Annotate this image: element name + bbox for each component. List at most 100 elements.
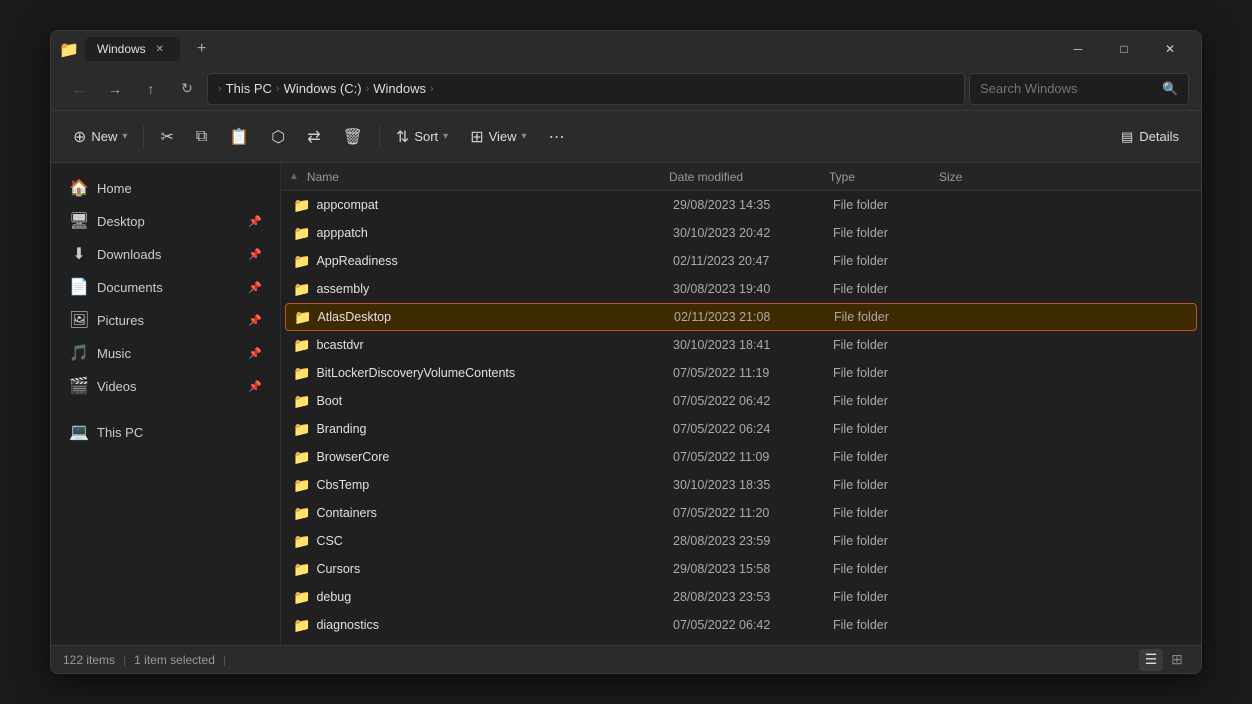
table-row[interactable]: 📁 debug 28/08/2023 23:53 File folder (285, 583, 1197, 611)
search-bar[interactable]: 🔍 (969, 73, 1189, 105)
file-type-cell: File folder (825, 478, 935, 492)
paste-button[interactable]: 📋 (219, 118, 259, 156)
list-view-button[interactable]: ☰ (1139, 649, 1163, 671)
main-content: 🏠 Home 🖥 Desktop 📌 ⬇ Downloads 📌 📄 Docum… (51, 163, 1201, 645)
col-header-size[interactable]: Size (931, 170, 1021, 184)
file-date-cell: 28/08/2023 23:59 (665, 534, 825, 548)
file-date-cell: 07/05/2022 06:24 (665, 422, 825, 436)
forward-button[interactable]: → (99, 73, 131, 105)
more-button[interactable]: ⋯ (539, 118, 575, 156)
file-type-cell: File folder (825, 198, 935, 212)
file-name: Branding (316, 422, 366, 436)
table-row[interactable]: 📁 Branding 07/05/2022 06:24 File folder (285, 415, 1197, 443)
file-explorer-window: 📁 Windows ✕ + ─ □ ✕ ← → ↑ ↻ › This PC › … (50, 30, 1202, 674)
file-name-cell: 📁 Branding (285, 421, 665, 438)
col-header-type[interactable]: Type (821, 170, 931, 184)
paste-icon: 📋 (229, 127, 249, 147)
sidebar-item-thispc[interactable]: 💻 This PC (57, 416, 274, 448)
view-button[interactable]: ⊞ View ▾ (460, 118, 536, 156)
breadcrumb-cdrive[interactable]: Windows (C:) (284, 81, 362, 96)
breadcrumb-sep1: › (276, 83, 280, 95)
table-row[interactable]: 📁 bcastdvr 30/10/2023 18:41 File folder (285, 331, 1197, 359)
move-button[interactable]: ⇄ (297, 118, 330, 156)
table-row[interactable]: 📁 Containers 07/05/2022 11:20 File folde… (285, 499, 1197, 527)
file-name: AtlasDesktop (317, 310, 391, 324)
sidebar-item-music[interactable]: 🎵 Music 📌 (57, 337, 274, 369)
breadcrumb-expand-icon: › (218, 83, 222, 95)
sidebar-item-documents[interactable]: 📄 Documents 📌 (57, 271, 274, 303)
table-row[interactable]: 📁 Boot 07/05/2022 06:42 File folder (285, 387, 1197, 415)
move-icon: ⇄ (307, 127, 320, 147)
table-row[interactable]: 📁 apppatch 30/10/2023 20:42 File folder (285, 219, 1197, 247)
cut-button[interactable]: ✂ (150, 118, 183, 156)
details-label: Details (1139, 129, 1179, 144)
new-chevron-icon: ▾ (122, 131, 127, 142)
sort-button[interactable]: ⇅ Sort ▾ (386, 118, 458, 156)
file-list: 📁 appcompat 29/08/2023 14:35 File folder… (281, 191, 1201, 645)
col-header-date[interactable]: Date modified (661, 170, 821, 184)
tab-windows[interactable]: Windows ✕ (85, 37, 180, 61)
col-header-name[interactable]: ▲ Name (281, 170, 661, 184)
file-name-cell: 📁 assembly (285, 281, 665, 298)
table-row[interactable]: 📁 CSC 28/08/2023 23:59 File folder (285, 527, 1197, 555)
maximize-button[interactable]: □ (1101, 33, 1147, 65)
file-area: ▲ Name Date modified Type Size 📁 appcomp… (281, 163, 1201, 645)
details-button[interactable]: ▤ Details (1111, 118, 1189, 156)
back-button[interactable]: ← (63, 73, 95, 105)
file-date-cell: 29/08/2023 14:35 (665, 198, 825, 212)
folder-icon: 📁 (293, 477, 310, 494)
sidebar-item-desktop-label: Desktop (97, 214, 240, 229)
file-name-cell: 📁 BrowserCore (285, 449, 665, 466)
tab-close-button[interactable]: ✕ (152, 41, 168, 57)
sidebar-item-home[interactable]: 🏠 Home (57, 172, 274, 204)
new-button[interactable]: ⊕ New ▾ (63, 118, 137, 156)
file-name: diagnostics (316, 618, 379, 632)
close-button[interactable]: ✕ (1147, 33, 1193, 65)
sidebar-item-videos[interactable]: 🎬 Videos 📌 (57, 370, 274, 402)
col-type-label: Type (829, 170, 855, 184)
desktop-icon: 🖥 (69, 211, 89, 231)
view-chevron-icon: ▾ (522, 131, 527, 142)
breadcrumb-thispc[interactable]: This PC (226, 81, 272, 96)
folder-icon: 📁 (293, 393, 310, 410)
share-button[interactable]: ⬡ (261, 118, 295, 156)
new-tab-button[interactable]: + (188, 35, 216, 63)
videos-icon: 🎬 (69, 376, 89, 396)
copy-button[interactable]: ⧉ (186, 118, 217, 156)
sidebar-item-pictures[interactable]: 🖼 Pictures 📌 (57, 304, 274, 336)
table-row[interactable]: 📁 CbsTemp 30/10/2023 18:35 File folder (285, 471, 1197, 499)
refresh-button[interactable]: ↻ (171, 73, 203, 105)
file-name: Boot (316, 394, 342, 408)
table-row[interactable]: 📁 Cursors 29/08/2023 15:58 File folder (285, 555, 1197, 583)
item-count: 122 items (63, 653, 115, 667)
table-row[interactable]: 📁 BrowserCore 07/05/2022 11:09 File fold… (285, 443, 1197, 471)
table-row[interactable]: 📁 AppReadiness 02/11/2023 20:47 File fol… (285, 247, 1197, 275)
breadcrumb-windows[interactable]: Windows (373, 81, 426, 96)
new-icon: ⊕ (73, 127, 86, 147)
file-name-cell: 📁 BitLockerDiscoveryVolumeContents (285, 365, 665, 382)
titlebar: 📁 Windows ✕ + ─ □ ✕ (51, 31, 1201, 67)
view-label: View (489, 129, 517, 144)
delete-button[interactable]: 🗑 (333, 118, 373, 156)
minimize-button[interactable]: ─ (1055, 33, 1101, 65)
file-name: CbsTemp (316, 478, 369, 492)
table-row[interactable]: 📁 BitLockerDiscoveryVolumeContents 07/05… (285, 359, 1197, 387)
grid-view-button[interactable]: ⊞ (1165, 649, 1189, 671)
toolbar: ⊕ New ▾ ✂ ⧉ 📋 ⬡ ⇄ 🗑 ⇅ Sort ▾ ⊞ (51, 111, 1201, 163)
file-name: debug (316, 590, 351, 604)
table-row[interactable]: 📁 appcompat 29/08/2023 14:35 File folder (285, 191, 1197, 219)
table-row[interactable]: 📁 diagnostics 07/05/2022 06:42 File fold… (285, 611, 1197, 639)
up-button[interactable]: ↑ (135, 73, 167, 105)
table-row[interactable]: 📁 AtlasDesktop 02/11/2023 21:08 File fol… (285, 303, 1197, 331)
table-row[interactable]: 📁 assembly 30/08/2023 19:40 File folder (285, 275, 1197, 303)
new-label: New (91, 129, 117, 144)
file-name-cell: 📁 diagnostics (285, 617, 665, 634)
details-pane-icon: ▤ (1121, 129, 1133, 145)
window-controls: ─ □ ✕ (1055, 33, 1193, 65)
statusbar: 122 items | 1 item selected | ☰ ⊞ (51, 645, 1201, 673)
sidebar-item-downloads[interactable]: ⬇ Downloads 📌 (57, 238, 274, 270)
search-input[interactable] (980, 81, 1156, 96)
status-sep1: | (123, 653, 126, 667)
breadcrumb[interactable]: › This PC › Windows (C:) › Windows › (207, 73, 965, 105)
sidebar-item-desktop[interactable]: 🖥 Desktop 📌 (57, 205, 274, 237)
